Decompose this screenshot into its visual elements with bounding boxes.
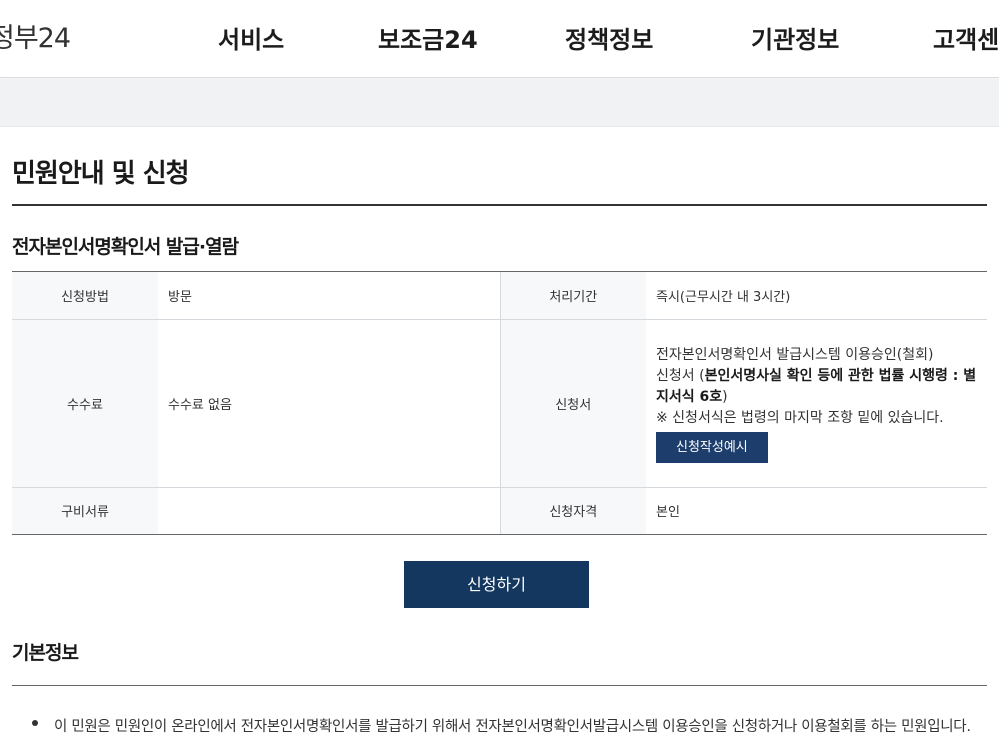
- docs-value: [158, 487, 501, 535]
- title-divider: [12, 204, 987, 206]
- nav-item-services[interactable]: 서비스: [218, 20, 284, 55]
- form-name-prefix: 신청서 (: [656, 367, 705, 384]
- method-label: 신청방법: [12, 272, 158, 320]
- fee-label: 수수료: [12, 319, 158, 488]
- table-row: 구비서류 신청자격 본인: [12, 487, 987, 535]
- breadcrumb-band: [0, 79, 999, 127]
- form-label: 신청서: [500, 319, 646, 488]
- form-cell: 전자본인서명확인서 발급시스템 이용승인(철회) 신청서 (본인서명사실 확인 …: [646, 319, 987, 488]
- period-value: 즉시(근무시간 내 3시간): [646, 272, 987, 320]
- form-description: 전자본인서명확인서 발급시스템 이용승인(철회) 신청서 (본인서명사실 확인 …: [646, 336, 987, 471]
- qualification-label: 신청자격: [500, 487, 646, 535]
- page-title: 민원안내 및 신청: [12, 159, 190, 189]
- nav-item-agency-info[interactable]: 기관정보: [751, 20, 839, 55]
- form-note: ※ 신청서식은 법령의 마지막 조항 밑에 있습니다.: [656, 409, 944, 426]
- method-value: 방문: [158, 272, 501, 320]
- service-title: 전자본인서명확인서 발급·열람: [12, 236, 239, 258]
- table-row: 수수료 수수료 없음 신청서 전자본인서명확인서 발급시스템 이용승인(철회) …: [12, 319, 987, 488]
- form-law-reference: 본인서명사실 확인 등에 관한 법률 시행령 : 별지서식 6호: [656, 367, 977, 405]
- nav-item-customer-center[interactable]: 고객센터: [933, 20, 999, 55]
- docs-label: 구비서류: [12, 487, 158, 535]
- period-label: 처리기간: [500, 272, 646, 320]
- form-name-suffix: ): [722, 388, 728, 405]
- apply-button[interactable]: 신청하기: [404, 561, 589, 608]
- nav-item-subsidy24[interactable]: 보조금24: [378, 20, 478, 55]
- bullet-icon: [32, 720, 38, 726]
- global-header: 정부24 서비스 보조금24 정책정보 기관정보 고객센터: [0, 0, 999, 78]
- nav-item-policy-info[interactable]: 정책정보: [565, 20, 653, 55]
- site-logo[interactable]: 정부24: [0, 16, 71, 55]
- qualification-value: 본인: [646, 487, 987, 535]
- service-info-table: 신청방법 방문 처리기간 즉시(근무시간 내 3시간) 수수료 수수료 없음 신…: [12, 272, 987, 535]
- basic-info-description: 이 민원은 민원인이 온라인에서 전자본인서명확인서를 발급하기 위해서 전자본…: [54, 719, 971, 735]
- fee-value: 수수료 없음: [158, 319, 501, 488]
- form-example-button[interactable]: 신청작성예시: [656, 431, 768, 463]
- basic-info-divider: [12, 685, 987, 686]
- basic-info-title: 기본정보: [12, 642, 79, 664]
- form-name-line1: 전자본인서명확인서 발급시스템 이용승인(철회): [656, 346, 934, 363]
- table-row: 신청방법 방문 처리기간 즉시(근무시간 내 3시간): [12, 272, 987, 320]
